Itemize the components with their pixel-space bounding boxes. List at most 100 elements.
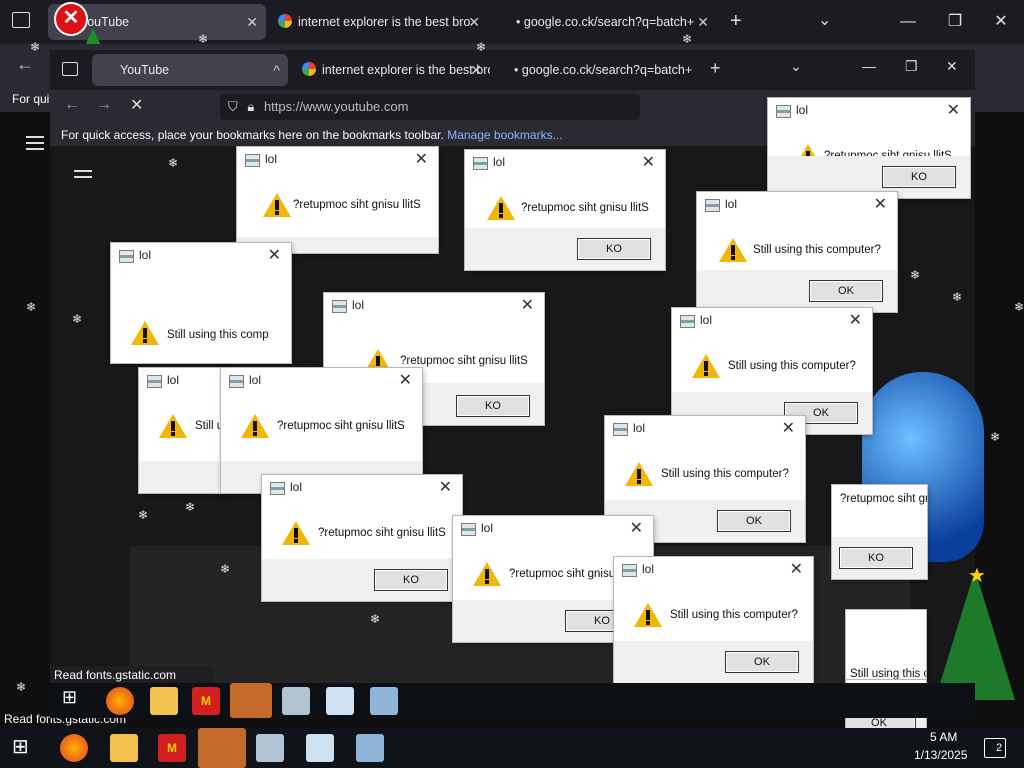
dialog-message: ?retupmoc siht gnisu llitS	[400, 355, 528, 367]
close-icon[interactable]: ✕	[642, 152, 655, 172]
minimize-button[interactable]: —	[862, 58, 876, 74]
google-icon	[302, 62, 316, 76]
chevron-down-icon[interactable]: ⌄	[790, 58, 802, 75]
close-icon[interactable]: ✕	[268, 245, 281, 265]
app-icon[interactable]	[370, 687, 398, 715]
back-tab-bar: YouTube ✕ ✕ internet explorer is the bes…	[0, 0, 1024, 48]
warning-icon	[159, 414, 187, 438]
dialog: lol ✕ ?retupmoc siht gnisu llitS	[237, 147, 438, 253]
close-icon[interactable]: ✕	[790, 559, 803, 579]
dialog-message: Still using this computer?	[850, 668, 926, 680]
dialog-title: lol	[493, 155, 506, 169]
app-icon	[461, 523, 476, 536]
window-close-button[interactable]: ✕	[978, 0, 1024, 44]
loading-dot-icon: •	[514, 63, 519, 77]
dialog: lol ✕ Still using this computer? OK	[614, 557, 813, 683]
warning-icon	[719, 238, 747, 262]
maximize-button[interactable]: ❐	[932, 0, 978, 44]
close-icon[interactable]: ✕	[415, 149, 428, 169]
snowflake-icon: ❄	[990, 430, 1001, 444]
url-bar[interactable]: ⛉ 🔒︎ https://www.youtube.com	[220, 94, 640, 120]
close-icon[interactable]: ✕	[630, 518, 643, 538]
status-tooltip: Read fonts.gstatic.com	[50, 666, 213, 684]
snowflake-icon: ❄	[72, 312, 83, 326]
new-tab-button[interactable]: +	[730, 10, 742, 33]
folder-icon[interactable]	[150, 687, 178, 715]
tab-label: internet explorer is the best bro	[322, 63, 490, 77]
app-icon	[776, 105, 791, 118]
back-arrow-icon[interactable]: ←	[16, 54, 34, 75]
dialog-title: lol	[700, 313, 713, 327]
clock-date[interactable]: 1/13/2025	[914, 748, 967, 762]
chevron-down-icon[interactable]: ⌄	[818, 10, 831, 30]
tab-ie[interactable]: internet explorer is the best bro ✕	[302, 54, 490, 86]
close-icon[interactable]: ✕	[399, 370, 412, 390]
snowflake-icon: ❄	[26, 300, 37, 314]
app-icon[interactable]	[306, 734, 334, 762]
manage-bookmarks-link[interactable]: Manage bookmarks...	[447, 128, 562, 142]
app-icon[interactable]	[256, 734, 284, 762]
firefox-icon[interactable]	[106, 687, 134, 715]
stop-loading-icon[interactable]: ✕	[130, 95, 143, 115]
close-icon[interactable]: ✕	[874, 194, 887, 214]
tab-google-search[interactable]: • google.co.ck/search?q=batch+	[512, 54, 692, 86]
tab-ie[interactable]: internet explorer is the best bro ✕	[278, 4, 488, 40]
app-icon[interactable]	[356, 734, 384, 762]
firefox-icon[interactable]	[60, 734, 88, 762]
warning-icon	[625, 462, 653, 486]
mcdonalds-icon[interactable]: M	[158, 734, 186, 762]
tab-list-icon[interactable]	[12, 12, 30, 28]
warning-icon	[634, 603, 662, 627]
ok-button[interactable]: OK	[725, 651, 799, 673]
close-icon[interactable]: ✕	[468, 4, 480, 40]
app-icon[interactable]	[326, 687, 354, 715]
mcdonalds-icon[interactable]: M	[192, 687, 220, 715]
ko-button[interactable]: KO	[882, 166, 956, 188]
menu-icon[interactable]	[74, 166, 92, 182]
ko-button[interactable]: KO	[456, 395, 530, 417]
notification-icon[interactable]	[984, 738, 1006, 758]
close-icon[interactable]: ✕	[439, 477, 452, 497]
close-icon[interactable]: ✕	[470, 54, 482, 86]
ko-button[interactable]: KO	[839, 547, 913, 569]
windows-start-icon[interactable]: ⊞	[62, 687, 90, 715]
close-icon[interactable]: ✕	[849, 310, 862, 330]
app-icon[interactable]	[282, 687, 310, 715]
forward-arrow-icon[interactable]: →	[96, 96, 112, 114]
google-icon	[278, 14, 292, 28]
dialog: lol✕ ?retupmoc siht gnisu llitS KO	[262, 475, 462, 601]
snowflake-icon: ❄	[682, 32, 693, 46]
close-icon[interactable]: ✕	[521, 295, 534, 315]
dialog: lol ✕ Still using this comp	[111, 243, 291, 363]
new-tab-button[interactable]: +	[710, 58, 721, 79]
clock-time[interactable]: 5 AM	[930, 730, 957, 744]
close-icon[interactable]: ✕	[246, 4, 258, 40]
windows-start-icon[interactable]: ⊞	[12, 734, 40, 762]
dialog: lol✕ ?retupmoc siht gnisu llitS KO	[768, 98, 970, 198]
taskbar-ghost: ⊞ M	[50, 683, 975, 718]
ko-button[interactable]: KO	[577, 238, 651, 260]
close-icon[interactable]: ^	[273, 54, 280, 86]
close-icon[interactable]: ✕	[697, 4, 709, 40]
close-icon[interactable]: ✕	[782, 418, 795, 438]
ok-button[interactable]: OK	[809, 280, 883, 302]
front-tab-bar: YouTube ^ internet explorer is the best …	[50, 50, 975, 90]
close-icon[interactable]: ✕	[947, 100, 960, 120]
window-close-button[interactable]: ✕	[946, 58, 958, 75]
menu-icon[interactable]	[26, 132, 44, 154]
dialog-message: Still using this computer?	[661, 468, 789, 480]
dialog-message: Still u	[195, 420, 224, 432]
ok-button[interactable]: OK	[717, 510, 791, 532]
tab-list-icon[interactable]	[62, 62, 78, 76]
bookmarks-text: For quick access, place your bookmarks h…	[61, 128, 444, 142]
active-app-icon[interactable]	[198, 728, 246, 768]
ko-button[interactable]: KO	[374, 569, 448, 591]
maximize-button[interactable]: ❐	[905, 58, 918, 75]
folder-icon[interactable]	[110, 734, 138, 762]
tab-youtube[interactable]: YouTube ^	[92, 54, 288, 86]
minimize-button[interactable]: —	[885, 0, 931, 44]
dialog-title: lol	[167, 373, 180, 387]
back-arrow-icon[interactable]: ←	[64, 96, 80, 114]
active-app-icon[interactable]	[230, 683, 272, 718]
app-icon	[705, 199, 720, 212]
